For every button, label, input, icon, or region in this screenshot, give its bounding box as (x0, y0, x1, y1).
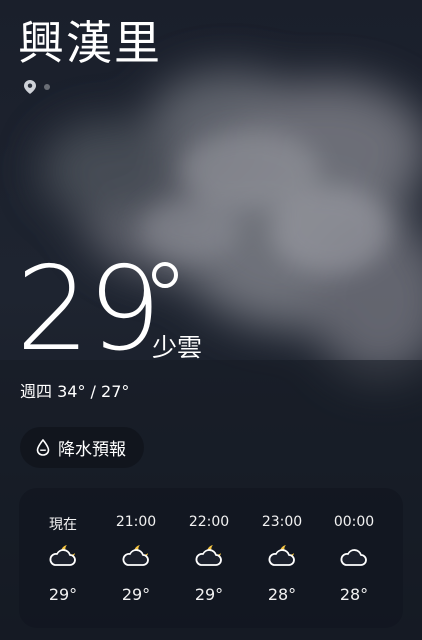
weather-screen: 興漢里 29 少雲 週四 34° / 27° 降水預報 現在 29° 21:00 (0, 0, 422, 640)
hourly-temp: 29° (121, 585, 151, 604)
degree-icon (152, 262, 178, 288)
cloud-icon (340, 549, 367, 566)
hourly-time: 現在 (49, 517, 77, 533)
hourly-temp: 29° (194, 585, 224, 604)
hourly-temp: 29° (48, 585, 78, 604)
hourly-item: 23:00 28° (252, 488, 312, 628)
hourly-forecast-card[interactable]: 現在 29° 21:00 29° 22:00 29° 23:00 28° 00:… (19, 488, 403, 628)
city-name: 興漢里 (18, 16, 162, 70)
hourly-item: 00:00 28° (324, 488, 384, 628)
precipitation-forecast-button[interactable]: 降水預報 (20, 427, 144, 468)
hourly-time: 23:00 (261, 514, 303, 530)
hourly-time: 00:00 (333, 514, 375, 530)
precipitation-forecast-label: 降水預報 (58, 440, 126, 460)
hourly-temp: 28° (267, 585, 297, 604)
hourly-item: 21:00 29° (106, 488, 166, 628)
location-pin-icon (24, 80, 36, 94)
raindrop-icon (36, 439, 50, 456)
hourly-temp: 28° (339, 585, 369, 604)
day-temperature-range: 週四 34° / 27° (20, 382, 130, 401)
current-condition: 少雲 (152, 333, 203, 362)
current-temperature: 29 (16, 242, 162, 377)
hourly-time: 22:00 (188, 514, 230, 530)
partly-cloudy-night-icon (268, 545, 295, 566)
location-indicator (24, 80, 50, 94)
page-dot-icon (44, 84, 50, 90)
hourly-time: 21:00 (115, 514, 157, 530)
hourly-item: 22:00 29° (179, 488, 239, 628)
partly-cloudy-night-icon (195, 545, 222, 566)
partly-cloudy-night-icon (122, 545, 149, 566)
partly-cloudy-night-icon (49, 545, 76, 566)
hourly-item: 現在 29° (33, 488, 93, 628)
